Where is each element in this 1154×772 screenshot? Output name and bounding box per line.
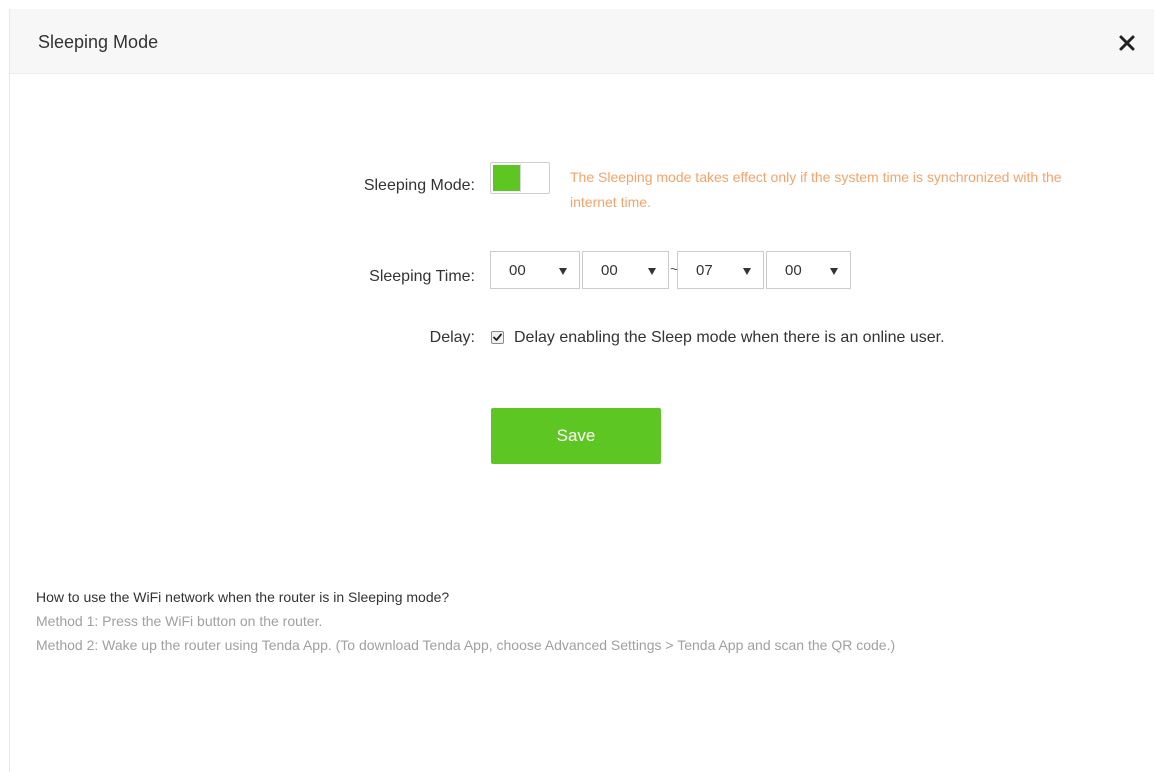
end-hour-value: 07 (696, 262, 713, 279)
start-hour-value: 00 (509, 262, 526, 279)
chevron-down-icon (648, 268, 656, 275)
toggle-on-indicator (493, 165, 520, 191)
delay-description: Delay enabling the Sleep mode when there… (514, 329, 945, 346)
sleeping-mode-note: The Sleeping mode takes effect only if t… (570, 169, 1062, 210)
help-question: How to use the WiFi network when the rou… (36, 589, 450, 605)
delay-checkbox[interactable] (491, 331, 504, 344)
help-section: How to use the WiFi network when the rou… (36, 585, 1126, 657)
dialog-header: Sleeping Mode (10, 9, 1154, 74)
save-button[interactable]: Save (491, 408, 661, 464)
start-minute-select[interactable]: 00 (582, 251, 669, 289)
toggle-knob (520, 164, 549, 192)
checkmark-icon (493, 333, 502, 341)
sleeping-mode-label: Sleeping Mode: (363, 177, 475, 194)
chevron-down-icon (830, 268, 838, 275)
close-icon (1119, 35, 1135, 51)
end-minute-value: 00 (785, 262, 802, 279)
chevron-down-icon (743, 268, 751, 275)
sleeping-mode-dialog: Sleeping Mode (9, 9, 1154, 772)
end-hour-select[interactable]: 07 (677, 251, 764, 289)
close-button[interactable] (1117, 33, 1137, 53)
delay-label: Delay: (429, 329, 475, 346)
start-minute-value: 00 (601, 262, 618, 279)
end-minute-select[interactable]: 00 (766, 251, 851, 289)
dialog-title: Sleeping Mode (38, 32, 159, 52)
sleeping-time-label: Sleeping Time: (369, 268, 475, 285)
help-method-2: Method 2: Wake up the router using Tenda… (36, 637, 896, 653)
start-hour-select[interactable]: 00 (490, 251, 580, 289)
chevron-down-icon (559, 268, 567, 275)
sleeping-mode-toggle[interactable] (490, 162, 550, 194)
help-method-1: Method 1: Press the WiFi button on the r… (36, 613, 323, 629)
